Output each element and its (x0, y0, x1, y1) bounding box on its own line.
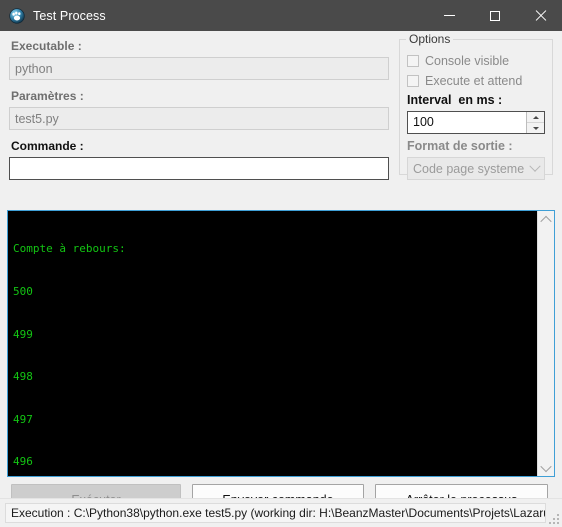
command-label: Commande : (11, 139, 84, 153)
console-line: 500 (13, 285, 33, 299)
console-visible-checkbox[interactable] (407, 54, 419, 67)
options-content: Console visible Execute et attend Interv… (400, 51, 552, 180)
console-heading: Compte à rebours: (13, 242, 126, 256)
executable-label: Executable : (11, 39, 82, 53)
console-line: 498 (13, 370, 33, 384)
minimize-icon (444, 15, 455, 16)
options-groupbox-title: Options (406, 32, 454, 46)
interval-value[interactable]: 100 (408, 112, 526, 133)
app-sphere-icon (9, 7, 25, 24)
close-icon (534, 10, 546, 22)
execute-and-wait-checkbox[interactable] (407, 74, 419, 87)
maximize-icon (489, 10, 500, 21)
output-format-select[interactable]: Code page systeme (407, 157, 545, 180)
interval-label: Interval en ms : (407, 93, 503, 107)
console-visible-label: Console visible (425, 53, 510, 68)
status-bar: Execution : C:\Python38\python.exe test5… (0, 498, 562, 527)
status-panel: Execution : C:\Python38\python.exe test5… (5, 503, 546, 523)
window-controls (427, 0, 562, 31)
process-form: Executable : Paramètres : Commande : (9, 39, 389, 180)
scroll-up-button[interactable] (538, 211, 554, 228)
console-text[interactable]: Compte à rebours: 500 499 498 497 496 49… (8, 211, 537, 476)
console-line: 496 (13, 455, 33, 469)
interval-increment-button[interactable] (527, 112, 544, 122)
console-scrollbar[interactable] (537, 211, 554, 476)
spinner-up-icon (532, 115, 539, 119)
spinner-down-icon (532, 126, 539, 130)
output-format-label: Format de sortie : (407, 139, 513, 153)
close-button[interactable] (517, 0, 562, 31)
output-format-arrow[interactable] (526, 160, 544, 173)
scroll-down-icon (540, 460, 552, 472)
executable-input[interactable] (9, 57, 389, 80)
console-line: 497 (13, 412, 33, 426)
minimize-button[interactable] (427, 0, 472, 31)
status-text: Execution : C:\Python38\python.exe test5… (11, 506, 545, 520)
application-window: Test Process Executable : Paramètres : C… (0, 0, 562, 527)
parameters-input[interactable] (9, 107, 389, 130)
interval-decrement-button[interactable] (527, 122, 544, 133)
console-visible-checkbox-row[interactable]: Console visible (407, 51, 545, 70)
console-line: 499 (13, 327, 33, 341)
output-format-value: Code page systeme (413, 161, 525, 176)
parameters-label: Paramètres : (11, 89, 84, 103)
chevron-down-icon (529, 160, 541, 172)
title-bar[interactable]: Test Process (0, 0, 562, 31)
interval-spin-buttons (526, 112, 544, 133)
command-input[interactable] (9, 157, 389, 180)
execute-and-wait-label: Execute et attend (425, 73, 523, 88)
window-title: Test Process (33, 8, 106, 23)
maximize-button[interactable] (472, 0, 517, 31)
console-output[interactable]: Compte à rebours: 500 499 498 497 496 49… (7, 210, 555, 477)
scroll-up-icon (540, 215, 552, 227)
resize-grip-icon[interactable] (547, 512, 559, 524)
client-area: Executable : Paramètres : Commande : Opt… (0, 31, 562, 527)
interval-spinner[interactable]: 100 (407, 111, 545, 134)
options-groupbox: Options Console visible Execute et atten… (399, 32, 553, 180)
scroll-down-button[interactable] (538, 459, 554, 476)
execute-and-wait-checkbox-row[interactable]: Execute et attend (407, 71, 545, 90)
